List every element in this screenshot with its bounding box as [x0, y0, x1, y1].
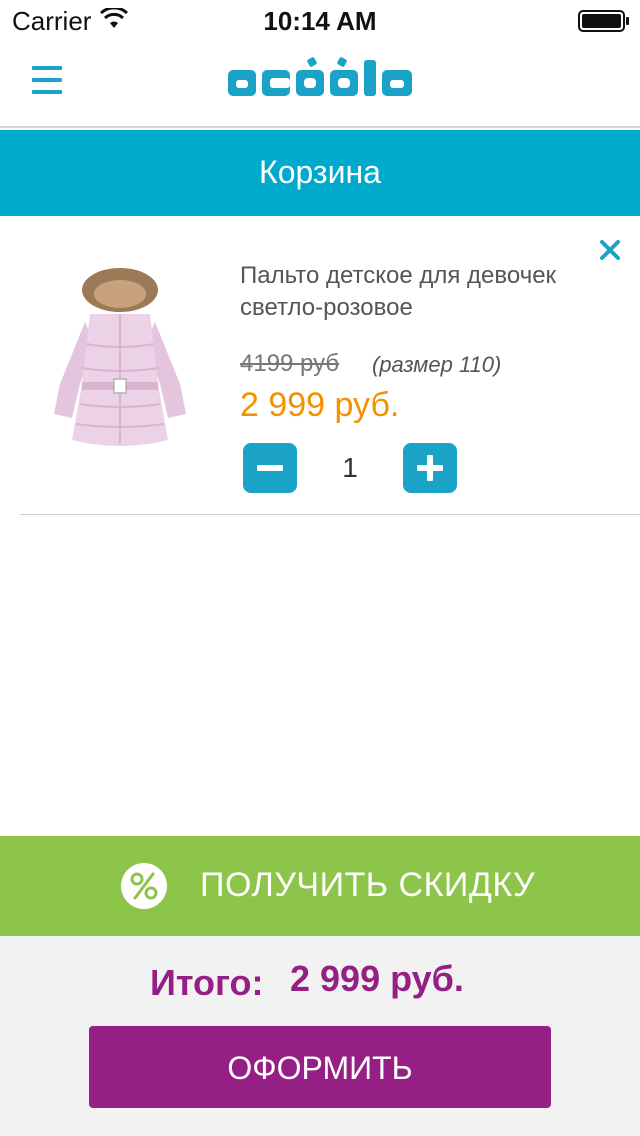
size-label: (размер 110) — [372, 352, 502, 377]
checkout-footer: Итого: 2 999 руб. ОФОРМИТЬ — [0, 936, 640, 1136]
battery-icon — [578, 10, 629, 32]
checkout-button-label: ОФОРМИТЬ — [227, 1050, 413, 1086]
acoola-logo[interactable] — [226, 56, 414, 100]
product-image[interactable] — [40, 264, 200, 454]
page-title-bar: Корзина — [0, 130, 640, 216]
minus-icon — [257, 465, 283, 471]
total-label: Итого: — [150, 962, 264, 1003]
cart-item: Пальто детское для девочек светло-розово… — [0, 216, 640, 516]
product-name[interactable]: Пальто детское для девочек светло-розово… — [240, 260, 600, 324]
discount-label: ПОЛУЧИТЬ СКИДКУ — [200, 866, 536, 904]
old-price: 4199 руб — [240, 350, 340, 377]
total-value: 2 999 руб. — [290, 958, 464, 999]
page-title: Корзина — [259, 154, 381, 190]
increase-quantity-button[interactable] — [403, 443, 457, 493]
item-divider — [20, 514, 640, 515]
status-time: 10:14 AM — [263, 6, 377, 36]
percent-icon — [121, 863, 167, 909]
hamburger-menu-icon[interactable] — [32, 66, 62, 98]
get-discount-button[interactable]: ПОЛУЧИТЬ СКИДКУ — [0, 836, 640, 936]
app-header — [0, 40, 640, 128]
status-bar: Carrier 10:14 AM — [0, 0, 640, 40]
current-price: 2 999 руб. — [240, 386, 400, 424]
plus-icon — [417, 455, 443, 481]
quantity-value: 1 — [342, 452, 358, 483]
checkout-button[interactable]: ОФОРМИТЬ — [89, 1026, 551, 1108]
decrease-quantity-button[interactable] — [243, 443, 297, 493]
